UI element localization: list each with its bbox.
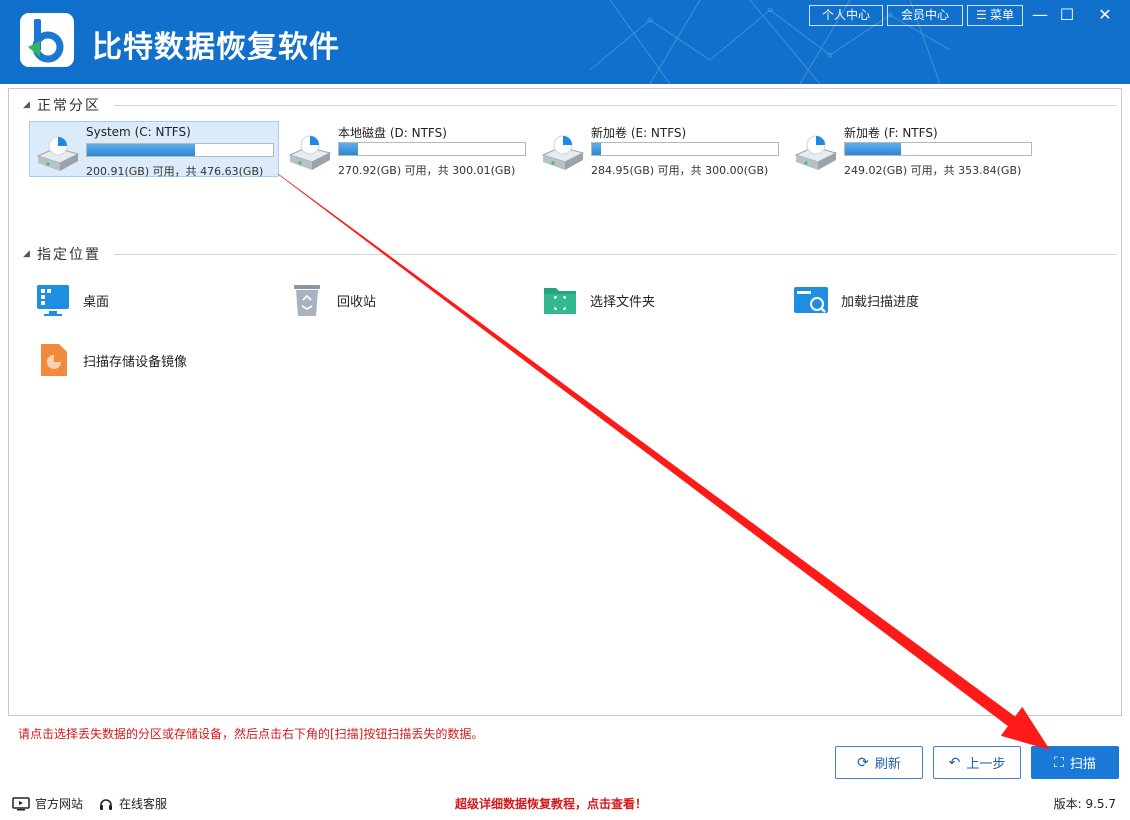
- hard-drive-icon: [288, 135, 332, 170]
- drive-capacity-info: 284.95(GB) 可用，共 300.00(GB): [591, 164, 769, 177]
- refresh-icon: ⟳: [857, 754, 869, 770]
- menu-button[interactable]: ☰ 菜单: [967, 5, 1023, 26]
- close-icon[interactable]: ✕: [1093, 4, 1117, 26]
- location-label: 回收站: [337, 294, 377, 310]
- hard-drive-icon: [36, 136, 80, 171]
- drive-capacity-info: 249.02(GB) 可用，共 353.84(GB): [844, 164, 1022, 177]
- location-desktop[interactable]: 桌面: [35, 280, 109, 320]
- disk-image-icon: [41, 344, 67, 376]
- scan-button[interactable]: ⛶ 扫描: [1031, 746, 1119, 779]
- location-label: 扫描存储设备镜像: [83, 354, 188, 370]
- folder-icon: [544, 288, 576, 314]
- main-panel: ◢ 正常分区 System (C: NTFS) 200.91(GB) 可用，共 4…: [8, 88, 1122, 716]
- version-label: 版本: 9.5.7: [1053, 797, 1116, 811]
- locations-section-header[interactable]: ◢ 指定位置: [23, 244, 111, 264]
- drive-usage-fill: [339, 143, 358, 155]
- drive-item[interactable]: 新加卷 (E: NTFS) 284.95(GB) 可用，共 300.00(GB): [535, 121, 785, 177]
- drive-usage-bar: [844, 142, 1032, 156]
- back-button-label: 上一步: [966, 756, 1006, 771]
- drive-item[interactable]: 本地磁盘 (D: NTFS) 270.92(GB) 可用，共 300.01(GB): [282, 121, 532, 177]
- collapse-triangle-icon: ◢: [23, 249, 30, 259]
- minimize-icon[interactable]: —: [1028, 4, 1052, 26]
- drive-usage-fill: [592, 143, 602, 155]
- drive-capacity-info: 200.91(GB) 可用，共 476.63(GB): [86, 165, 264, 178]
- menu-button-label: 菜单: [990, 8, 1015, 22]
- tutorial-link[interactable]: 超级详细数据恢复教程，点击查看！: [455, 795, 647, 812]
- back-button[interactable]: ↶ 上一步: [933, 746, 1021, 779]
- section-divider: [114, 254, 1117, 255]
- section-divider: [114, 105, 1117, 106]
- drive-name: 新加卷 (E: NTFS): [591, 126, 687, 140]
- recycle-bin-icon: [294, 285, 320, 316]
- drive-usage-bar: [86, 143, 274, 157]
- load-progress-icon: [794, 287, 828, 313]
- collapse-triangle-icon: ◢: [23, 100, 30, 110]
- scan-button-label: 扫描: [1069, 756, 1096, 771]
- official-site-label: 官方网站: [35, 797, 84, 811]
- location-label: 选择文件夹: [590, 294, 656, 310]
- maximize-icon[interactable]: ☐: [1055, 4, 1079, 26]
- instruction-hint: 请点击选择丢失数据的分区或存储设备，然后点击右下角的[扫描]按钮扫描丢失的数据。: [18, 727, 484, 741]
- partitions-section-header[interactable]: ◢ 正常分区: [23, 95, 111, 115]
- location-label: 加载扫描进度: [841, 294, 920, 310]
- location-select-folder[interactable]: 选择文件夹: [542, 280, 655, 320]
- personal-center-button[interactable]: 个人中心: [809, 5, 883, 26]
- drive-item[interactable]: System (C: NTFS) 200.91(GB) 可用，共 476.63(G…: [29, 121, 279, 178]
- desktop-icon: [37, 285, 69, 316]
- refresh-button-label: 刷新: [874, 756, 901, 771]
- drive-name: System (C: NTFS): [86, 125, 191, 139]
- member-center-button[interactable]: 会员中心: [887, 5, 963, 26]
- drive-name: 本地磁盘 (D: NTFS): [338, 126, 447, 140]
- drive-usage-bar: [338, 142, 526, 156]
- location-scan-disk-image[interactable]: 扫描存储设备镜像: [35, 340, 187, 380]
- drive-name: 新加卷 (F: NTFS): [844, 126, 938, 140]
- app-logo-icon: [20, 13, 74, 67]
- drive-usage-fill: [87, 144, 195, 156]
- location-recycle-bin[interactable]: 回收站: [289, 280, 376, 320]
- location-label: 桌面: [83, 294, 110, 310]
- hard-drive-icon: [541, 135, 585, 170]
- partitions-section-label: 正常分区: [37, 98, 101, 114]
- title-bar: 比特数据恢复软件 个人中心 会员中心 ☰ 菜单 — ☐ ✕: [0, 0, 1130, 84]
- hard-drive-icon: [794, 135, 838, 170]
- drive-capacity-info: 270.92(GB) 可用，共 300.01(GB): [338, 164, 516, 177]
- scan-icon: ⛶: [1054, 754, 1064, 770]
- online-service-label: 在线客服: [119, 797, 168, 811]
- monitor-icon: [12, 796, 30, 810]
- menu-icon: ☰: [975, 8, 987, 22]
- locations-section-label: 指定位置: [37, 247, 101, 263]
- official-site-link[interactable]: 官方网站: [12, 795, 83, 812]
- drive-item[interactable]: 新加卷 (F: NTFS) 249.02(GB) 可用，共 353.84(GB): [788, 121, 1038, 177]
- location-load-scan-progress[interactable]: 加载扫描进度: [793, 280, 919, 320]
- drive-usage-bar: [591, 142, 779, 156]
- drive-usage-fill: [845, 143, 901, 155]
- headset-icon: [100, 798, 112, 810]
- online-service-link[interactable]: 在线客服: [98, 795, 167, 812]
- back-arrow-icon: ↶: [948, 754, 961, 770]
- app-title: 比特数据恢复软件: [92, 30, 340, 65]
- refresh-button[interactable]: ⟳ 刷新: [835, 746, 923, 779]
